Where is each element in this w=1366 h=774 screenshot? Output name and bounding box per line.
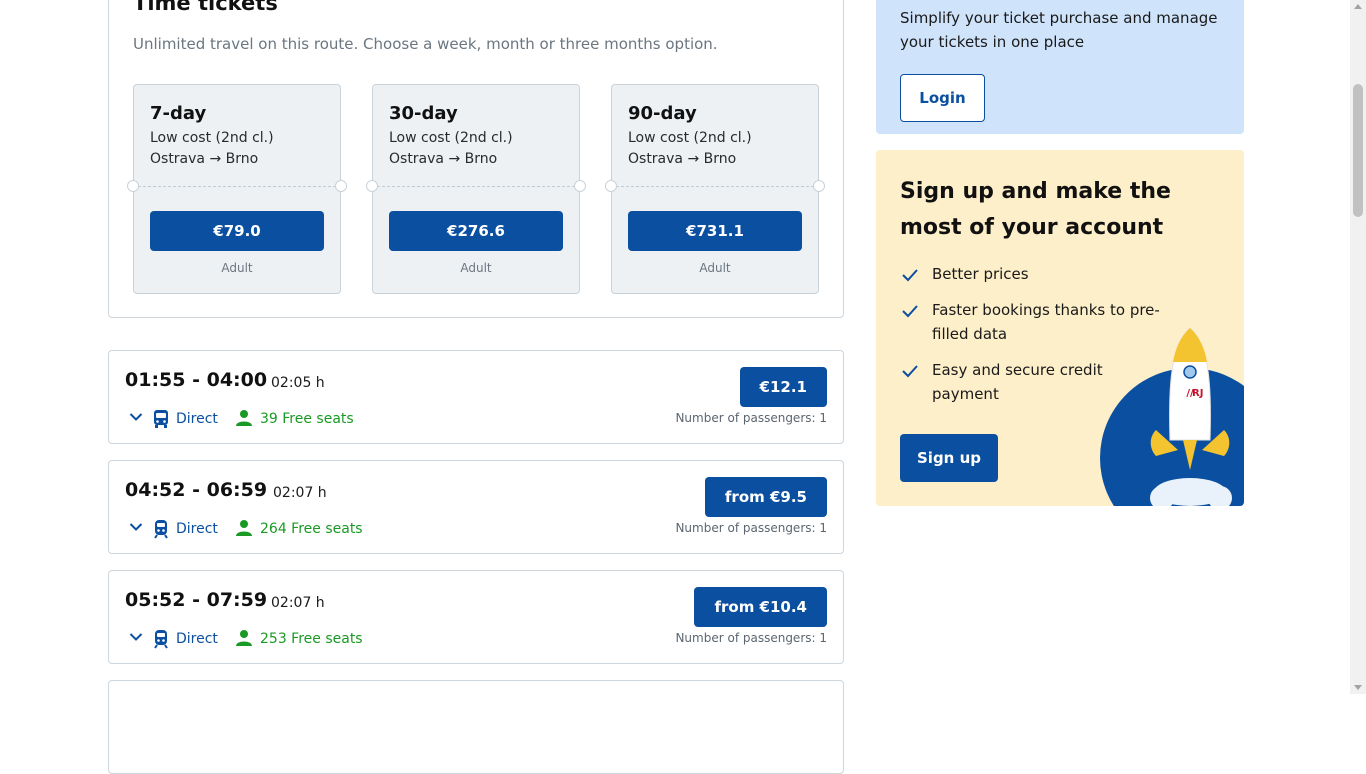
free-seats: 39 Free seats bbox=[260, 411, 354, 427]
ticket-notch bbox=[574, 180, 586, 192]
scroll-down-arrow-icon[interactable] bbox=[1354, 685, 1362, 690]
check-icon bbox=[902, 365, 918, 378]
signup-title: Sign up and make the most of your accoun… bbox=[900, 179, 1171, 240]
login-promo-box: Simplify your ticket purchase and manage… bbox=[876, 0, 1244, 134]
connection-type[interactable]: Direct bbox=[176, 521, 218, 537]
chevron-down-icon[interactable] bbox=[129, 632, 143, 642]
connection-times: 01:55 - 04:00 bbox=[125, 369, 268, 391]
ticket-card-90-day: 90-day Low cost (2nd cl.) Ostrava → Brno… bbox=[605, 84, 825, 294]
connection-row[interactable]: 01:55 - 04:00 02:05 h Direct 39 Free sea… bbox=[108, 350, 844, 444]
ticket-class: Low cost (2nd cl.) bbox=[150, 130, 274, 146]
connection-row[interactable]: 04:52 - 06:59 02:07 h Direct 264 Free se… bbox=[108, 460, 844, 554]
ticket-class: Low cost (2nd cl.) bbox=[628, 130, 752, 146]
person-icon bbox=[236, 410, 252, 426]
chevron-down-icon[interactable] bbox=[129, 412, 143, 422]
ticket-card-30-day: 30-day Low cost (2nd cl.) Ostrava → Brno… bbox=[366, 84, 586, 294]
passenger-count: Number of passengers: 1 bbox=[675, 411, 827, 425]
person-icon bbox=[236, 520, 252, 536]
ticket-route: Ostrava → Brno bbox=[150, 151, 259, 167]
connection-price-button[interactable]: €12.1 bbox=[739, 367, 827, 407]
connection-times: 04:52 - 06:59 bbox=[125, 479, 268, 501]
ticket-perforation bbox=[377, 186, 575, 187]
connection-type[interactable]: Direct bbox=[176, 631, 218, 647]
benefit-text: Better prices bbox=[932, 265, 1029, 283]
ticket-perforation bbox=[616, 186, 814, 187]
ticket-card-7-day: 7-day Low cost (2nd cl.) Ostrava → Brno … bbox=[127, 84, 347, 294]
connection-duration: 02:07 h bbox=[273, 485, 327, 501]
time-tickets-title: Time tickets bbox=[133, 0, 278, 15]
connection-duration: 02:07 h bbox=[271, 595, 325, 611]
ticket-category: Adult bbox=[460, 261, 492, 275]
login-promo-text: Simplify your ticket purchase and manage… bbox=[900, 9, 1218, 51]
bus-icon bbox=[154, 410, 168, 428]
connection-type[interactable]: Direct bbox=[176, 411, 218, 427]
ticket-category: Adult bbox=[221, 261, 253, 275]
ticket-price-button-7-day[interactable]: €79.0 bbox=[150, 211, 324, 251]
time-tickets-panel: Time tickets Unlimited travel on this ro… bbox=[108, 0, 844, 318]
scroll-up-arrow-icon[interactable] bbox=[1354, 4, 1362, 9]
ticket-perforation bbox=[138, 186, 336, 187]
scrollbar-thumb[interactable] bbox=[1353, 84, 1363, 217]
ticket-category: Adult bbox=[699, 261, 731, 275]
connection-price-button[interactable]: from €9.5 bbox=[704, 477, 827, 517]
time-tickets-subtitle: Unlimited travel on this route. Choose a… bbox=[133, 35, 718, 53]
ticket-route: Ostrava → Brno bbox=[628, 151, 737, 167]
free-seats: 264 Free seats bbox=[260, 521, 363, 537]
rocket-logo: RJ bbox=[1192, 388, 1203, 399]
ticket-notch bbox=[366, 180, 378, 192]
person-icon bbox=[236, 630, 252, 646]
ticket-name: 90-day bbox=[628, 103, 697, 124]
check-icon bbox=[902, 269, 918, 282]
ticket-notch bbox=[813, 180, 825, 192]
connection-row[interactable] bbox=[108, 680, 844, 774]
ticket-name: 30-day bbox=[389, 103, 458, 124]
ticket-notch bbox=[335, 180, 347, 192]
passenger-count: Number of passengers: 1 bbox=[675, 521, 827, 535]
benefit-item: Better prices bbox=[900, 262, 1160, 286]
connection-price-button[interactable]: from €10.4 bbox=[694, 587, 827, 627]
train-icon bbox=[154, 630, 168, 649]
page-scrollbar[interactable] bbox=[1350, 0, 1366, 694]
chevron-down-icon[interactable] bbox=[129, 522, 143, 532]
ticket-notch bbox=[127, 180, 139, 192]
ticket-name: 7-day bbox=[150, 103, 207, 124]
passenger-count: Number of passengers: 1 bbox=[675, 631, 827, 645]
connection-row[interactable]: 05:52 - 07:59 02:07 h Direct 253 Free se… bbox=[108, 570, 844, 664]
connection-duration: 02:05 h bbox=[271, 375, 325, 391]
ticket-class: Low cost (2nd cl.) bbox=[389, 130, 513, 146]
connection-times: 05:52 - 07:59 bbox=[125, 589, 268, 611]
signup-promo-box: Sign up and make the most of your accoun… bbox=[876, 150, 1244, 506]
rocket-illustration: // RJ bbox=[1100, 327, 1244, 506]
signup-button[interactable]: Sign up bbox=[900, 434, 998, 482]
free-seats: 253 Free seats bbox=[260, 631, 363, 647]
ticket-price-button-30-day[interactable]: €276.6 bbox=[389, 211, 563, 251]
ticket-price-button-90-day[interactable]: €731.1 bbox=[628, 211, 802, 251]
ticket-notch bbox=[605, 180, 617, 192]
login-button[interactable]: Login bbox=[900, 74, 985, 122]
ticket-route: Ostrava → Brno bbox=[389, 151, 498, 167]
check-icon bbox=[902, 305, 918, 318]
train-icon bbox=[154, 520, 168, 539]
